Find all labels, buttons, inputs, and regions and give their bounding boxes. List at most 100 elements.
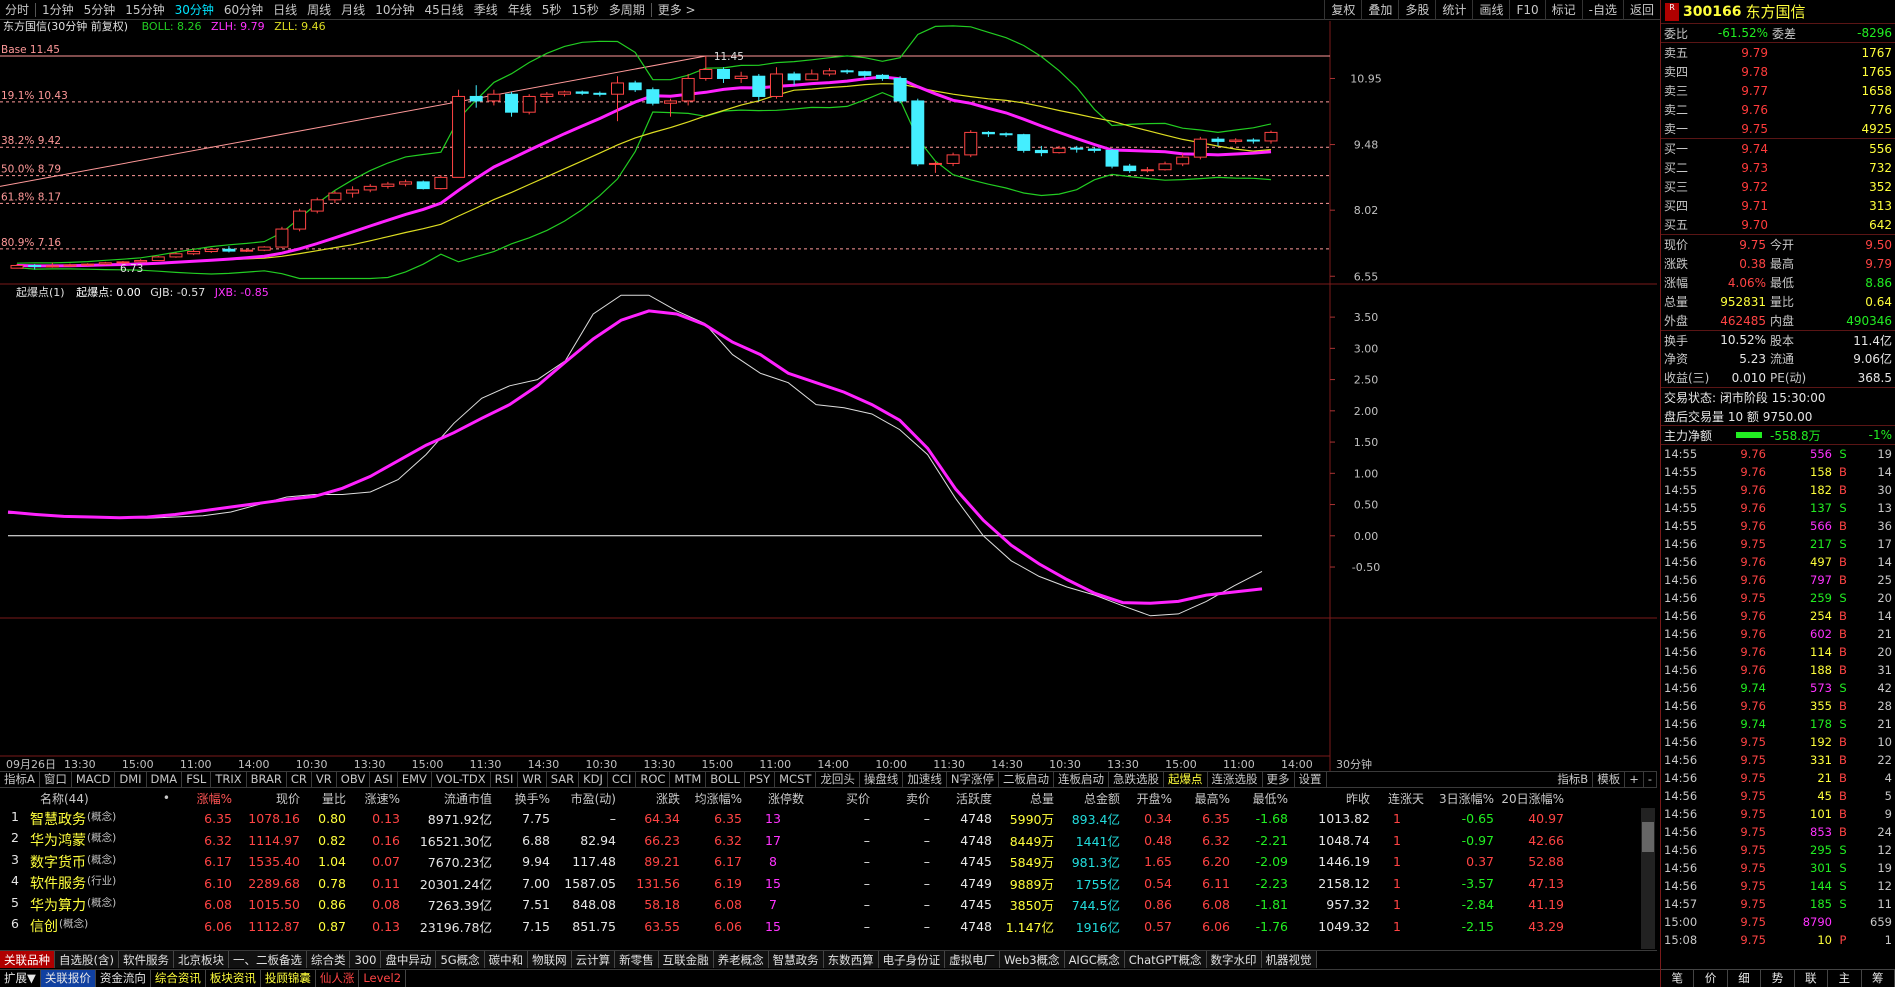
sector-tab-3[interactable]: 北京板块 <box>173 951 229 968</box>
sector-tab-22[interactable]: 数字水印 <box>1206 951 1262 968</box>
column-header-14[interactable]: 活跃度 <box>930 790 992 807</box>
indicator-tab-24[interactable]: 龙回头 <box>816 771 860 788</box>
sector-tab-8[interactable]: 5G概念 <box>436 951 485 968</box>
asks-level[interactable]: 卖三 9.77 1658 <box>1661 81 1895 100</box>
indicator-tab-27[interactable]: N字涨停 <box>947 771 1000 788</box>
bids-level[interactable]: 买五 9.70 642 <box>1661 215 1895 234</box>
column-header-5[interactable]: 涨速% <box>346 790 400 807</box>
indicator-tab-13[interactable]: VOL-TDX <box>432 771 491 788</box>
indicator-right-3[interactable]: - <box>1644 771 1657 788</box>
indicator-tab-32[interactable]: 连涨选股 <box>1208 771 1263 788</box>
quote-tab-4[interactable]: 联 <box>1795 970 1829 987</box>
indicator-tab-9[interactable]: VR <box>312 771 337 788</box>
sector-tab-13[interactable]: 互联金融 <box>658 951 714 968</box>
indicator-right-1[interactable]: 模板 <box>1593 771 1626 788</box>
bottom-tab-1[interactable]: 关联报价 <box>40 970 96 987</box>
bottom-tab-5[interactable]: 投顾锦囊 <box>261 970 316 987</box>
action-button-4[interactable]: 画线 <box>1472 0 1509 20</box>
indicator-tab-7[interactable]: BRAR <box>247 771 287 788</box>
action-button-1[interactable]: 叠加 <box>1361 0 1398 20</box>
column-header-8[interactable]: 市盈(动) <box>550 790 616 807</box>
period-1[interactable]: 1分钟 <box>37 0 79 20</box>
period-0[interactable]: 分时 <box>0 0 34 20</box>
column-header-9[interactable]: 涨跌 <box>616 790 680 807</box>
bids-level[interactable]: 买三 9.72 352 <box>1661 177 1895 196</box>
bottom-tab-3[interactable]: 综合资讯 <box>151 970 206 987</box>
column-header-3[interactable]: 现价 <box>232 790 300 807</box>
period-15[interactable]: 多周期 <box>604 0 650 20</box>
period-14[interactable]: 15秒 <box>566 0 603 20</box>
bids-level[interactable]: 买四 9.71 313 <box>1661 196 1895 215</box>
period-3[interactable]: 15分钟 <box>120 0 169 20</box>
period-10[interactable]: 45日线 <box>419 0 468 20</box>
sector-tab-6[interactable]: 300 <box>350 951 382 968</box>
quote-tab-1[interactable]: 价 <box>1694 970 1728 987</box>
action-button-7[interactable]: -自选 <box>1581 0 1623 20</box>
sector-tab-5[interactable]: 综合类 <box>306 951 351 968</box>
column-header-6[interactable]: 流通市值 <box>400 790 492 807</box>
period-8[interactable]: 月线 <box>336 0 370 20</box>
action-button-3[interactable]: 统计 <box>1435 0 1472 20</box>
period-6[interactable]: 日线 <box>268 0 302 20</box>
sector-tab-1[interactable]: 自选股(含) <box>55 951 119 968</box>
indicator-tab-10[interactable]: OBV <box>337 771 371 788</box>
column-header-10[interactable]: 均涨幅% <box>680 790 742 807</box>
column-header-20[interactable]: 昨收 <box>1288 790 1370 807</box>
indicator-right-0[interactable]: 指标B <box>1553 771 1594 788</box>
indicator-tab-17[interactable]: KDJ <box>579 771 608 788</box>
quote-tab-0[interactable]: 笔 <box>1661 970 1695 987</box>
indicator-tab-3[interactable]: DMI <box>115 771 147 788</box>
sector-tab-0[interactable]: 关联品种 <box>0 951 55 968</box>
indicator-tab-1[interactable]: 窗口 <box>40 771 72 788</box>
indicator-tab-6[interactable]: TRIX <box>211 771 247 788</box>
table-row[interactable]: 6 信创 (概念) 6.06 1112.87 0.87 0.13 23196.78亿 7.15 8… <box>0 916 1657 938</box>
column-header-18[interactable]: 最高% <box>1172 790 1230 807</box>
action-button-6[interactable]: 标记 <box>1544 0 1582 20</box>
column-header-17[interactable]: 开盘% <box>1120 790 1172 807</box>
indicator-tab-20[interactable]: MTM <box>670 771 707 788</box>
column-header-7[interactable]: 换手% <box>492 790 550 807</box>
bottom-tab-4[interactable]: 板块资讯 <box>206 970 261 987</box>
bids-level[interactable]: 买二 9.73 732 <box>1661 158 1895 177</box>
column-header-2[interactable]: 涨幅% <box>170 790 232 807</box>
table-scrollbar[interactable] <box>1641 808 1655 949</box>
period-11[interactable]: 季线 <box>469 0 503 20</box>
sector-tab-11[interactable]: 云计算 <box>571 951 616 968</box>
indicator-tab-5[interactable]: FSL <box>182 771 212 788</box>
indicator-tab-12[interactable]: EMV <box>398 771 432 788</box>
indicator-tab-21[interactable]: BOLL <box>706 771 745 788</box>
indicator-tab-30[interactable]: 急跌选股 <box>1109 771 1165 788</box>
indicator-tab-0[interactable]: 指标A <box>0 771 40 788</box>
table-row[interactable]: 5 华为算力 (概念) 6.08 1015.50 0.86 0.08 7263.39亿 7.51… <box>0 894 1657 916</box>
scrollbar-thumb[interactable] <box>1642 822 1654 852</box>
column-header-4[interactable]: 量比 <box>300 790 346 807</box>
sector-tab-16[interactable]: 东数西算 <box>823 951 879 968</box>
column-header-19[interactable]: 最低% <box>1230 790 1288 807</box>
indicator-tab-26[interactable]: 加速线 <box>903 771 947 788</box>
sector-tab-18[interactable]: 虚拟电厂 <box>945 951 1001 968</box>
sector-tab-23[interactable]: 机器视觉 <box>1261 951 1317 968</box>
quote-tab-5[interactable]: 主 <box>1828 970 1862 987</box>
table-row[interactable]: 3 数字货币 (概念) 6.17 1535.40 1.04 0.07 7670.23亿 9.94… <box>0 851 1657 873</box>
column-header-15[interactable]: 总量 <box>992 790 1054 807</box>
action-button-5[interactable]: F10 <box>1509 0 1544 20</box>
indicator-tab-14[interactable]: RSI <box>491 771 519 788</box>
action-button-0[interactable]: 复权 <box>1324 0 1361 20</box>
indicator-tab-29[interactable]: 连板启动 <box>1054 771 1110 788</box>
indicator-tab-19[interactable]: ROC <box>636 771 671 788</box>
column-header-21[interactable]: 连涨天 <box>1370 790 1424 807</box>
indicator-right-2[interactable]: + <box>1625 771 1644 788</box>
column-header-0[interactable]: 名称(44) <box>0 790 150 807</box>
period-12[interactable]: 年线 <box>503 0 537 20</box>
indicator-tab-16[interactable]: SAR <box>547 771 580 788</box>
sector-tab-19[interactable]: Web3概念 <box>1000 951 1065 968</box>
indicator-tab-8[interactable]: CR <box>287 771 312 788</box>
sector-tab-10[interactable]: 物联网 <box>528 951 572 968</box>
action-button-2[interactable]: 多股 <box>1398 0 1435 20</box>
table-row[interactable]: 4 软件服务 (行业) 6.10 2289.68 0.78 0.11 20301.24亿 7.0… <box>0 873 1657 895</box>
period-13[interactable]: 5秒 <box>537 0 567 20</box>
sector-tab-21[interactable]: ChatGPT概念 <box>1124 951 1207 968</box>
bottom-tab-6[interactable]: 仙人涨 <box>316 970 360 987</box>
quote-tab-6[interactable]: 筹 <box>1862 970 1895 987</box>
indicator-tab-2[interactable]: MACD <box>72 771 116 788</box>
